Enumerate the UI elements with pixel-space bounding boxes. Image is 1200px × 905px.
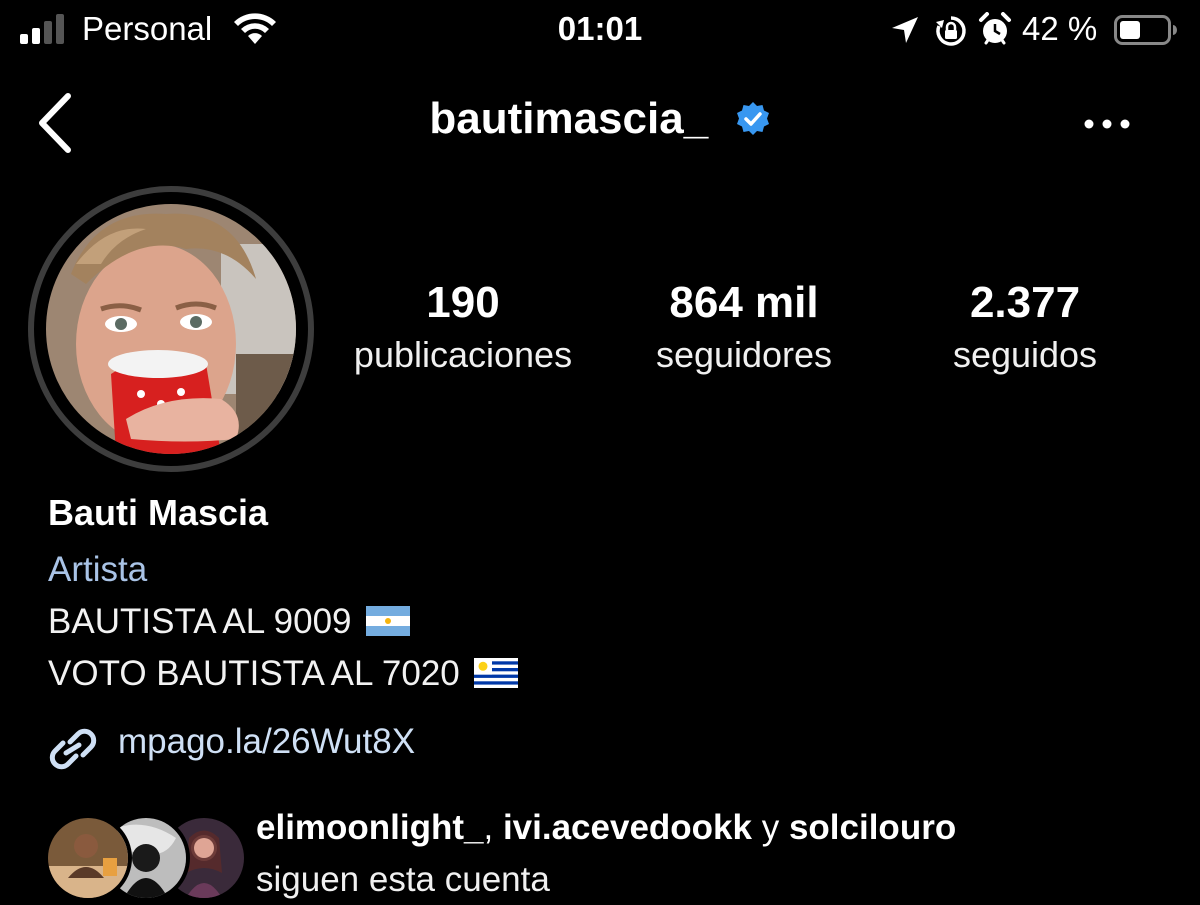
posts-label: publicaciones <box>353 334 573 375</box>
carrier-name: Personal <box>82 10 213 47</box>
avatar[interactable] <box>46 204 296 454</box>
signal-icon <box>20 14 64 44</box>
battery-percentage: 42 % <box>1022 10 1098 47</box>
avatar-photo <box>46 204 296 454</box>
separator-2: y <box>752 808 789 847</box>
following-count: 2.377 <box>969 278 1081 327</box>
argentina-flag-icon <box>365 606 410 636</box>
verified-badge-icon <box>736 102 769 135</box>
rotation-lock-icon <box>936 16 966 46</box>
alarm-icon <box>979 12 1011 45</box>
posts-stat[interactable]: 190 publicaciones <box>328 276 598 380</box>
battery-icon <box>1114 15 1177 45</box>
separator-1: , <box>483 808 503 847</box>
profile-full-name: Bauti Mascia <box>48 492 269 533</box>
followers-stat[interactable]: 864 mil seguidores <box>630 276 858 380</box>
more-dots-icon[interactable] <box>1082 110 1132 138</box>
profile-header-title: bautimascia_ <box>0 94 1200 144</box>
bio-line-1: BAUTISTA AL 9009 <box>48 602 410 642</box>
following-label: seguidos <box>952 334 1098 375</box>
followers-count: 864 mil <box>669 278 819 327</box>
status-bar: Personal 01:01 42 % <box>0 0 1200 64</box>
bio-link-text[interactable]: mpago.la/26Wut8X <box>118 722 415 762</box>
mutual-user-1[interactable]: elimoonlight_ <box>256 808 484 847</box>
wifi-icon <box>234 13 276 44</box>
mutual-followers-avatars[interactable] <box>44 814 248 902</box>
followed-by-suffix: siguen esta cuenta <box>256 860 550 899</box>
bio-line-1-text: BAUTISTA AL 9009 <box>48 602 352 641</box>
posts-count: 190 <box>426 278 500 327</box>
bio-line-2-text: VOTO BAUTISTA AL 7020 <box>48 654 460 693</box>
mutual-user-2[interactable]: ivi.acevedookk <box>503 808 752 847</box>
followers-label: seguidores <box>655 334 833 375</box>
mutual-avatar-1 <box>44 814 132 902</box>
username: bautimascia_ <box>429 94 709 143</box>
uruguay-flag-icon <box>473 658 518 688</box>
location-arrow-icon <box>892 17 918 43</box>
following-stat[interactable]: 2.377 seguidos <box>920 276 1130 380</box>
followed-by-names: elimoonlight_, ivi.acevedookk y solcilou… <box>256 808 956 848</box>
bio-line-2: VOTO BAUTISTA AL 7020 <box>48 654 518 694</box>
profile-category[interactable]: Artista <box>48 550 147 590</box>
chevron-left-icon[interactable] <box>36 92 76 154</box>
link-icon <box>49 728 97 770</box>
mutual-user-3[interactable]: solcilouro <box>789 808 956 847</box>
